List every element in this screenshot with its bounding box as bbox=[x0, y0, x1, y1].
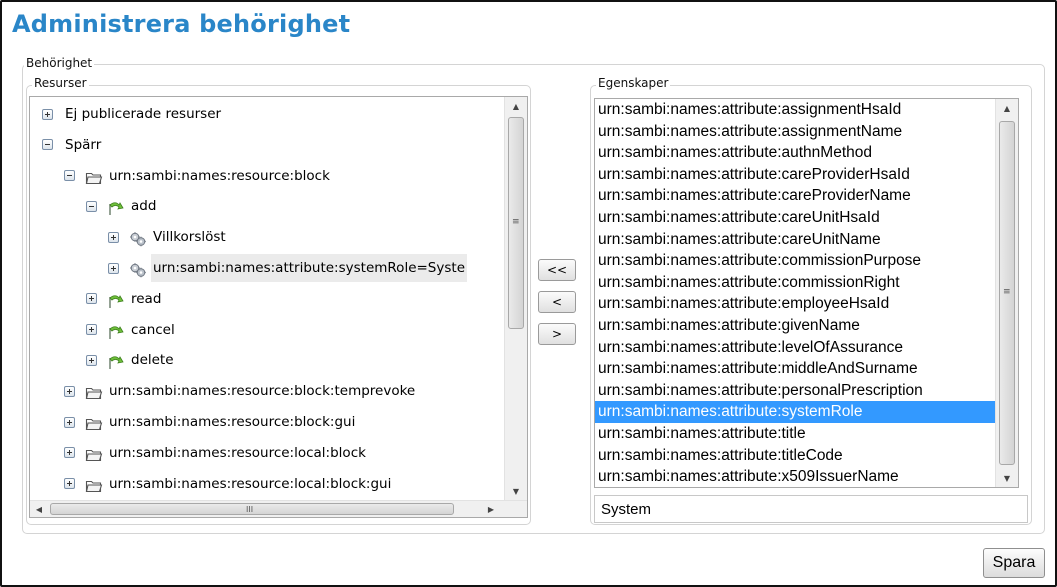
scroll-left-icon[interactable]: ◀ bbox=[30, 501, 48, 517]
tree-node[interactable]: urn:sambi:names:resource:local:block:gui bbox=[64, 470, 393, 498]
property-list-item[interactable]: urn:sambi:names:attribute:careProviderNa… bbox=[595, 185, 995, 207]
folder-icon bbox=[85, 445, 103, 461]
property-list-item[interactable]: urn:sambi:names:attribute:assignmentName bbox=[595, 121, 995, 143]
folder-icon bbox=[85, 476, 103, 492]
tree-node[interactable]: urn:sambi:names:resource:local:block bbox=[64, 439, 368, 467]
tree-node-label: urn:sambi:names:attribute:systemRole=Sys… bbox=[151, 254, 467, 282]
property-list-item[interactable]: urn:sambi:names:attribute:careProviderHs… bbox=[595, 164, 995, 186]
tree-node-label: delete bbox=[131, 352, 174, 369]
property-list-item[interactable]: urn:sambi:names:attribute:givenName bbox=[595, 315, 995, 337]
tree-node[interactable]: urn:sambi:names:resource:block:gui bbox=[64, 408, 357, 436]
property-list-item[interactable]: urn:sambi:names:attribute:careUnitName bbox=[595, 229, 995, 251]
tree-node-label: urn:sambi:names:resource:block:temprevok… bbox=[109, 383, 416, 400]
gear-cluster-icon bbox=[129, 229, 147, 247]
tree-node[interactable]: urn:sambi:names:attribute:systemRole=Sys… bbox=[108, 254, 467, 282]
tree-node-label: Villkorslöst bbox=[153, 229, 226, 246]
properties-list-rows: urn:sambi:names:attribute:assignmentHsaI… bbox=[595, 99, 995, 487]
resources-legend: Resurser bbox=[32, 76, 89, 90]
tree-node-label: urn:sambi:names:resource:block bbox=[109, 167, 330, 184]
folder-icon bbox=[85, 168, 103, 184]
property-list-item[interactable]: urn:sambi:names:attribute:assignmentHsaI… bbox=[595, 99, 995, 121]
property-list-item[interactable]: urn:sambi:names:attribute:x509IssuerName bbox=[595, 466, 995, 487]
tree-node-label: urn:sambi:names:resource:local:block:gui bbox=[109, 475, 392, 492]
folder-icon bbox=[85, 383, 103, 400]
tree-node-label: urn:sambi:names:resource:block:gui bbox=[109, 414, 356, 430]
move-left-button[interactable]: < bbox=[538, 291, 576, 313]
tree-node-label: urn:sambi:names:resource:local:block bbox=[109, 444, 366, 461]
action-arrow-icon bbox=[107, 198, 125, 216]
property-list-item[interactable]: urn:sambi:names:attribute:employeeHsaId bbox=[595, 293, 995, 315]
tree-node[interactable]: add bbox=[86, 192, 158, 220]
tree-node-label: Ej publicerade resurser bbox=[65, 106, 222, 122]
property-list-item[interactable]: urn:sambi:names:attribute:titleCode bbox=[595, 445, 995, 467]
property-list-item[interactable]: urn:sambi:names:attribute:authnMethod bbox=[595, 142, 995, 164]
scroll-right-icon[interactable]: ▶ bbox=[482, 501, 500, 517]
move-right-button[interactable]: > bbox=[538, 323, 576, 345]
expand-icon[interactable] bbox=[64, 416, 75, 428]
tree-node-label: Spärr bbox=[65, 136, 102, 153]
save-button[interactable]: Spara bbox=[983, 548, 1045, 578]
grip-icon: III bbox=[246, 505, 254, 514]
scroll-down-icon[interactable]: ▼ bbox=[996, 469, 1018, 487]
expand-icon[interactable] bbox=[64, 478, 75, 490]
collapse-icon[interactable] bbox=[42, 139, 53, 151]
properties-list[interactable]: urn:sambi:names:attribute:assignmentHsaI… bbox=[594, 98, 1019, 488]
folder-icon bbox=[85, 414, 103, 431]
property-value-input[interactable] bbox=[594, 495, 1028, 523]
tree-node[interactable]: Villkorslöst bbox=[108, 223, 228, 251]
expand-icon[interactable] bbox=[86, 324, 97, 336]
property-list-item[interactable]: urn:sambi:names:attribute:careUnitHsaId bbox=[595, 207, 995, 229]
property-list-item[interactable]: urn:sambi:names:attribute:levelOfAssuran… bbox=[595, 337, 995, 359]
page-title: Administrera behörighet bbox=[12, 10, 351, 38]
collapse-icon[interactable] bbox=[86, 200, 97, 212]
properties-vertical-scrollbar[interactable]: ▲ ≡ ▼ bbox=[995, 99, 1018, 487]
expand-icon[interactable] bbox=[64, 385, 75, 397]
expand-icon[interactable] bbox=[86, 293, 97, 305]
expand-icon[interactable] bbox=[86, 354, 97, 366]
tree-node[interactable]: cancel bbox=[86, 316, 177, 344]
tree-node-label: read bbox=[131, 290, 162, 307]
properties-vertical-scroll-thumb[interactable]: ≡ bbox=[999, 121, 1015, 465]
property-list-item[interactable]: urn:sambi:names:attribute:commissionPurp… bbox=[595, 250, 995, 272]
tree-horizontal-scrollbar[interactable]: ◀ III ▶ bbox=[30, 500, 527, 517]
grip-icon: ≡ bbox=[1003, 287, 1011, 297]
tree-vertical-scrollbar[interactable]: ▲ ≡ ▼ bbox=[504, 97, 527, 500]
action-arrow-icon bbox=[107, 322, 125, 339]
permissions-legend: Behörighet bbox=[24, 56, 95, 70]
tree-vertical-scroll-thumb[interactable]: ≡ bbox=[508, 117, 524, 329]
expand-icon[interactable] bbox=[108, 231, 119, 243]
tree-node[interactable]: urn:sambi:names:resource:block:temprevok… bbox=[64, 377, 417, 405]
resource-tree[interactable]: Ej publicerade resurser Spärr urn:sambi:na… bbox=[29, 96, 528, 518]
expand-icon[interactable] bbox=[64, 447, 75, 459]
scroll-up-icon[interactable]: ▲ bbox=[505, 97, 527, 115]
admin-window: Administrera behörighet Behörighet Resur… bbox=[0, 0, 1057, 587]
tree-node-label: cancel bbox=[131, 321, 175, 338]
tree-node[interactable]: read bbox=[86, 285, 163, 313]
expand-icon[interactable] bbox=[42, 108, 53, 120]
property-list-item[interactable]: urn:sambi:names:attribute:personalPrescr… bbox=[595, 380, 995, 402]
tree-node[interactable]: Spärr bbox=[42, 131, 103, 159]
tree-horizontal-scroll-thumb[interactable]: III bbox=[50, 503, 454, 515]
tree-node[interactable]: urn:sambi:names:resource:block bbox=[64, 162, 332, 190]
property-list-item[interactable]: urn:sambi:names:attribute:commissionRigh… bbox=[595, 272, 995, 294]
property-list-item[interactable]: urn:sambi:names:attribute:systemRole bbox=[595, 401, 995, 423]
move-all-left-button[interactable]: << bbox=[538, 259, 576, 281]
tree-node[interactable]: Ej publicerade resurser bbox=[42, 100, 223, 128]
property-list-item[interactable]: urn:sambi:names:attribute:title bbox=[595, 423, 995, 445]
action-arrow-icon bbox=[107, 291, 125, 308]
resource-tree-rows: Ej publicerade resurser Spärr urn:sambi:na… bbox=[30, 97, 504, 500]
property-list-item[interactable]: urn:sambi:names:attribute:middleAndSurna… bbox=[595, 358, 995, 380]
scroll-up-icon[interactable]: ▲ bbox=[996, 99, 1018, 117]
properties-legend: Egenskaper bbox=[596, 76, 671, 90]
gear-cluster-icon bbox=[129, 260, 147, 278]
action-arrow-icon bbox=[107, 352, 125, 370]
collapse-icon[interactable] bbox=[64, 170, 75, 182]
expand-icon[interactable] bbox=[108, 262, 119, 274]
tree-node[interactable]: delete bbox=[86, 346, 176, 374]
tree-node-label: add bbox=[131, 198, 157, 215]
grip-icon: ≡ bbox=[512, 217, 520, 227]
scroll-down-icon[interactable]: ▼ bbox=[505, 482, 527, 500]
